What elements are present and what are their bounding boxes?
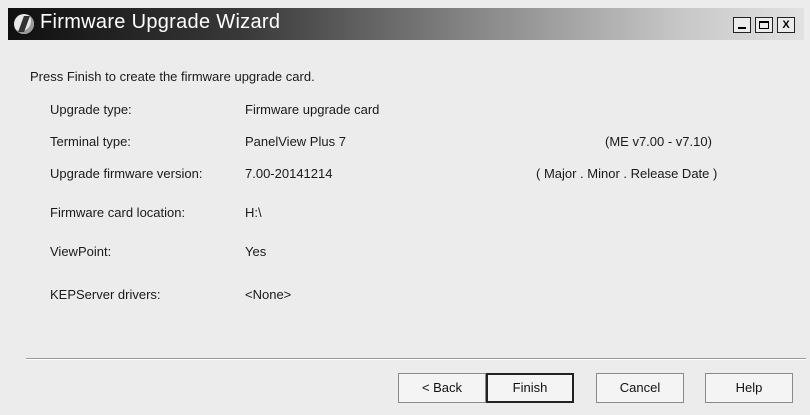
maximize-button[interactable] — [755, 17, 773, 33]
back-button[interactable]: < Back — [398, 373, 486, 403]
help-button[interactable]: Help — [705, 373, 793, 403]
viewpoint-label: ViewPoint: — [50, 244, 112, 259]
window-title: Firmware Upgrade Wizard — [40, 11, 281, 33]
close-button[interactable]: X — [777, 17, 795, 33]
terminal-type-note: (ME v7.00 - v7.10) — [605, 134, 712, 149]
button-divider — [26, 358, 806, 360]
firmware-version-label: Upgrade firmware version: — [50, 166, 203, 181]
title-bar[interactable]: Firmware Upgrade Wizard X — [8, 8, 804, 40]
firmware-version-note: ( Major . Minor . Release Date ) — [536, 166, 718, 181]
firmware-wizard-icon — [14, 14, 34, 34]
kepserver-drivers-value: <None> — [245, 287, 292, 302]
firmware-upgrade-wizard-window: Firmware Upgrade Wizard X Press Finish t… — [0, 0, 810, 415]
upgrade-type-label: Upgrade type: — [50, 102, 132, 117]
finish-button[interactable]: Finish — [486, 373, 574, 403]
card-location-value: H:\ — [245, 205, 262, 220]
minimize-button[interactable] — [733, 17, 751, 33]
terminal-type-label: Terminal type: — [50, 134, 131, 149]
card-location-label: Firmware card location: — [50, 205, 186, 220]
terminal-type-value: PanelView Plus 7 — [245, 134, 346, 149]
kepserver-drivers-label: KEPServer drivers: — [50, 287, 161, 302]
wizard-content: Press Finish to create the firmware upgr… — [0, 40, 810, 415]
upgrade-type-value: Firmware upgrade card — [245, 102, 380, 117]
instruction-text: Press Finish to create the firmware upgr… — [30, 69, 315, 84]
firmware-version-value: 7.00-20141214 — [245, 166, 333, 181]
cancel-button[interactable]: Cancel — [596, 373, 684, 403]
viewpoint-value: Yes — [245, 244, 267, 259]
